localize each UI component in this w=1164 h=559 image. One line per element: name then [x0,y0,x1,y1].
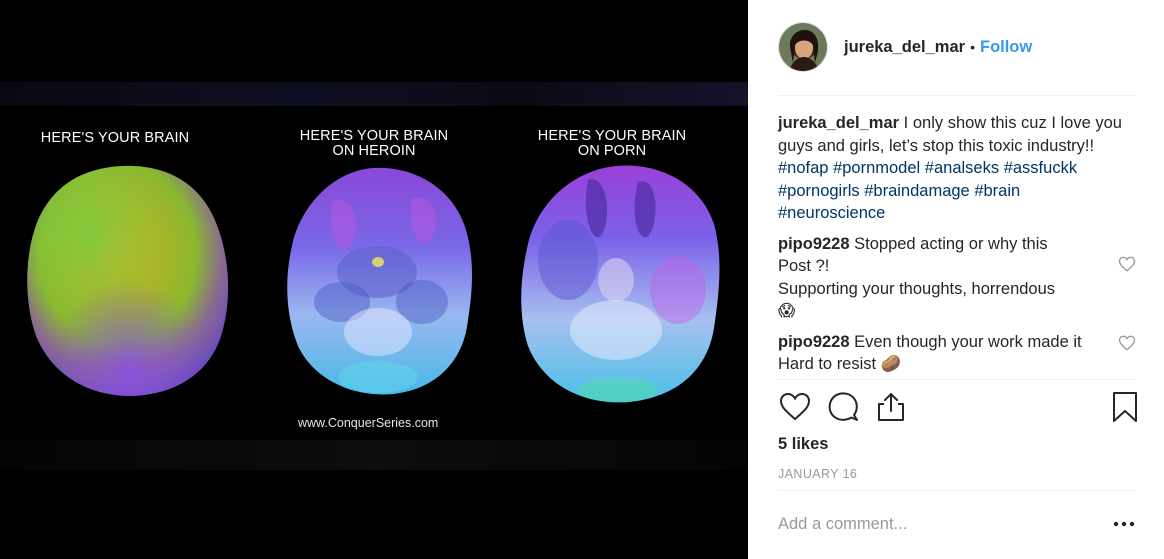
hashtag-link[interactable]: #nofap [778,159,828,177]
avatar-photo-icon [779,23,827,71]
hashtag-link[interactable]: #analseks [925,159,999,177]
brain-scan-heroin [287,167,472,395]
comment-like-heart-icon[interactable] [1118,334,1136,352]
avatar[interactable] [778,22,828,72]
caption-brain: HERE'S YOUR BRAIN [40,130,190,146]
caption-porn: HERE'S YOUR BRAIN ON PORN [537,128,687,159]
divider [778,95,1136,96]
comment-item: pipo9228 Even though your work made it H… [778,331,1138,376]
image-bottom-strip [0,440,748,470]
hashtag-link[interactable]: #pornogirls [778,182,860,200]
comment-like-heart-icon[interactable] [1118,255,1136,273]
heart-icon[interactable] [778,390,812,424]
bookmark-icon[interactable] [1108,390,1142,424]
brain-scan-normal [27,165,229,396]
likes-count[interactable]: 5 likes [778,435,828,454]
add-comment-input[interactable]: Add a comment... [778,515,1078,534]
hashtag-link[interactable]: #assfuckk [1004,159,1077,177]
hashtag-link[interactable]: #brain [974,182,1020,200]
comment-username[interactable]: pipo9228 [778,333,850,351]
post-header: jureka_del_mar • Follow [778,20,1138,74]
hashtag-link[interactable]: #pornmodel [833,159,920,177]
post-image[interactable]: HERE'S YOUR BRAIN HERE'S YOUR BRAIN ON H… [0,0,748,559]
brain-scan-porn [521,165,720,403]
comment-emoji: 🥔 [880,354,902,373]
caption-heroin: HERE'S YOUR BRAIN ON HEROIN [299,128,449,159]
follow-button[interactable]: Follow [980,38,1032,57]
caption-username[interactable]: jureka_del_mar [778,114,899,132]
comment-text-line2: Supporting your thoughts, horrendous [778,279,1056,298]
comment-username[interactable]: pipo9228 [778,235,850,253]
post-caption: jureka_del_mar I only show this cuz I lo… [778,112,1138,225]
action-bar [778,390,1138,428]
share-icon[interactable] [874,390,908,424]
hashtag-link[interactable]: #neuroscience [778,204,885,222]
image-watermark: www.ConquerSeries.com [298,416,439,430]
more-options-icon[interactable] [1112,518,1136,530]
header-separator: • [970,39,975,55]
post-side-panel: jureka_del_mar • Follow jureka_del_mar I… [748,0,1164,559]
post-date[interactable]: JANUARY 16 [778,467,857,481]
comments-list: jureka_del_mar I only show this cuz I lo… [778,112,1138,376]
hashtag-link[interactable]: #braindamage [864,182,970,200]
image-top-strip [0,82,748,106]
comment-item: pipo9228 Stopped acting or why this Post… [778,233,1138,323]
divider [778,379,1136,380]
comment-emoji: 😱 [778,301,796,320]
comment-icon[interactable] [826,390,860,424]
header-username[interactable]: jureka_del_mar [844,38,965,57]
divider [778,490,1136,491]
